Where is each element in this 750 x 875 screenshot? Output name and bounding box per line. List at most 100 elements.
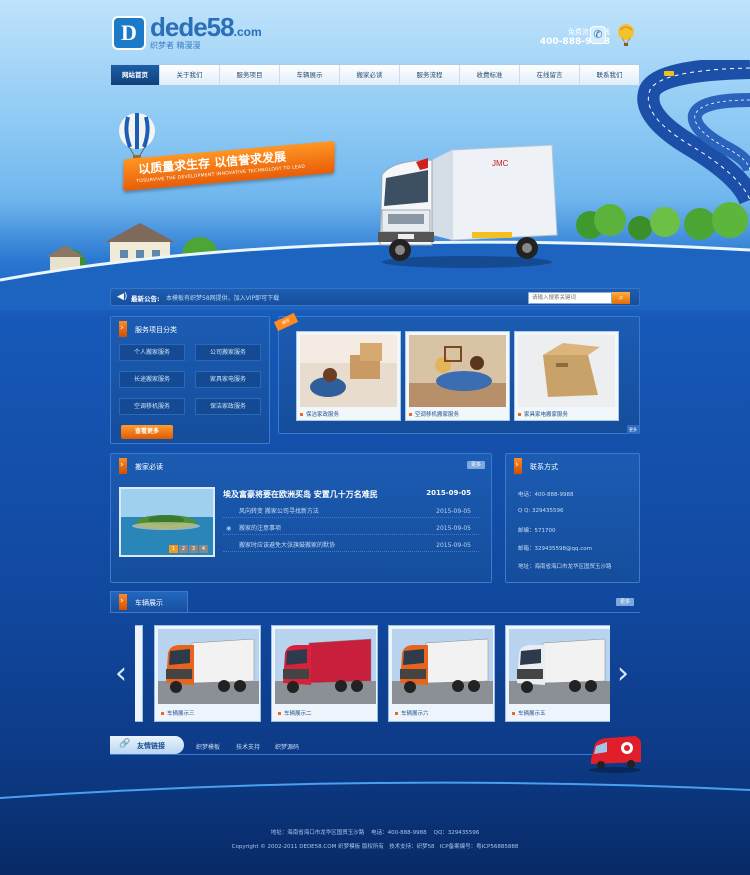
contact-phone: 电话：400-888-9988 (518, 492, 574, 498)
balloon-icon (618, 24, 634, 46)
contact-zip: 邮编：571700 (518, 528, 556, 534)
contact-address: 地址：海南省海口市龙华区国贸玉沙路 (518, 564, 612, 570)
pager-dot[interactable]: 4 (199, 545, 208, 553)
recommend-caption: 保洁家政服务 (300, 410, 339, 418)
chevron-right-icon (119, 594, 127, 610)
phone-icon: ✆ (590, 26, 606, 44)
articles-panel: 搬家必读 更多 1 2 3 4 埃及富豪将要在欧洲买岛 安置几十万名难民 201… (110, 453, 492, 583)
recommend-caption: 空调移机搬家服务 (409, 410, 459, 418)
contact-qq: Q Q: 329435596 (518, 508, 564, 514)
article-title: 搬家时应该避免大张旗鼓搬家的默协 (239, 542, 336, 549)
notice-text[interactable]: 本模板有织梦58网提供，加入VIP即可下载 (166, 293, 279, 302)
banner-slogan-ribbon: 以质量求生存 以信誉求发展 TOSURVIVE THE DEVELOPMENT … (123, 140, 335, 192)
main-nav: 网站首页 关于我们 服务项目 车辆展示 搬家必读 服务流程 收费标准 在线留言 … (110, 64, 640, 86)
nav-item-pricing[interactable]: 收费标准 (460, 65, 520, 85)
carousel-prev-button[interactable]: ‹ (115, 654, 127, 694)
pager-dot[interactable]: 1 (169, 545, 178, 553)
vehicle-caption: 车辆展示二 (278, 709, 312, 717)
link-icon: 🔗 (119, 739, 131, 749)
eye-icon: ◉ (226, 525, 232, 532)
vehicles-more-button[interactable]: 更多 (616, 598, 634, 606)
vehicle-caption: 车辆展示五 (512, 709, 546, 717)
service-item[interactable]: 保洁家政服务 (195, 398, 261, 415)
truck-photo (509, 629, 610, 704)
service-photo (518, 335, 615, 407)
article-row[interactable]: 搬家时应该避免大张旗鼓搬家的默协 2015-09-05 (223, 539, 479, 552)
carousel-next-button[interactable]: › (617, 654, 629, 694)
recommend-card[interactable]: 家具家电搬家服务 (514, 331, 619, 421)
logo-wordmark: dede58.com (150, 12, 262, 42)
truck-photo (392, 629, 493, 704)
friend-link[interactable]: 织梦模板 (196, 742, 220, 751)
vehicle-card[interactable] (135, 625, 143, 722)
nav-item-about[interactable]: 关于我们 (160, 65, 220, 85)
service-item[interactable]: 长途搬家服务 (119, 371, 185, 388)
article-title: 风向转变 搬家公司寻找新方法 (239, 508, 319, 515)
service-item[interactable]: 公司搬家服务 (195, 344, 261, 361)
footer-address: 地址：海南省海口市龙华区国贸玉沙路 电话：400-888-9988 QQ：329… (270, 830, 480, 836)
chevron-right-icon (119, 321, 127, 337)
vehicles-bar: 车辆展示 更多 (110, 591, 640, 613)
services-panel: 服务项目分类 个人搬家服务 公司搬家服务 长途搬家服务 家具家电服务 空调移机服… (110, 316, 270, 444)
recommend-card[interactable]: 空调移机搬家服务 (405, 331, 510, 421)
vehicle-card[interactable]: 车辆展示六 (388, 625, 495, 722)
service-item[interactable]: 空调移机服务 (119, 398, 185, 415)
friend-links-bar: 🔗 友情链接 织梦模板 技术支持 织梦源码 (110, 735, 640, 755)
contact-panel: 联系方式 电话：400-888-9988 Q Q: 329435596 邮编：5… (505, 453, 640, 583)
search-icon: ⌕ (618, 293, 624, 302)
article-row[interactable]: ◉ 搬家的注意事项 2015-09-05 (223, 522, 479, 535)
svg-text:JMC: JMC (492, 159, 509, 168)
pager-dot[interactable]: 2 (179, 545, 188, 553)
vehicles-carousel: 车辆展示三 车辆展示二 车辆展示六 车辆展示五 (135, 625, 610, 722)
notice-title: 最新公告: (131, 295, 160, 303)
vehicles-title: 车辆展示 (135, 599, 163, 607)
vehicle-card[interactable]: 车辆展示三 (154, 625, 261, 722)
articles-more-button[interactable]: 更多 (467, 461, 485, 469)
service-item[interactable]: 家具家电服务 (195, 371, 261, 388)
vehicle-caption: 车辆展示三 (161, 709, 195, 717)
recommend-card[interactable]: 保洁家政服务 (296, 331, 401, 421)
friend-link[interactable]: 织梦源码 (275, 742, 299, 751)
article-headline[interactable]: 埃及富豪将要在欧洲买岛 安置几十万名难民 2015-09-05 (223, 489, 479, 500)
site-logo[interactable]: D dede58.com 织梦者 精漫漫 (112, 12, 272, 54)
article-headline-text: 埃及富豪将要在欧洲买岛 安置几十万名难民 (223, 490, 378, 499)
vehicles-tab: 车辆展示 (110, 591, 188, 612)
article-featured-image[interactable]: 1 2 3 4 (119, 487, 215, 557)
nav-item-guide[interactable]: 搬家必读 (340, 65, 400, 85)
nav-item-process[interactable]: 服务流程 (400, 65, 460, 85)
search-button[interactable]: ⌕ (612, 292, 630, 304)
nav-item-services[interactable]: 服务项目 (220, 65, 280, 85)
services-more-button[interactable]: 查看更多 (121, 425, 173, 439)
footer-copyright: Copyright © 2002-2011 DEDE58.COM 织梦模板 版权… (231, 844, 519, 850)
article-date: 2015-09-05 (426, 489, 471, 497)
chevron-right-icon (119, 458, 127, 474)
article-row[interactable]: 风向转变 搬家公司寻找新方法 2015-09-05 (223, 505, 479, 518)
article-date: 2015-09-05 (436, 542, 471, 549)
vehicle-card[interactable]: 车辆展示五 (505, 625, 610, 722)
footer-divider (0, 781, 750, 799)
service-item[interactable]: 个人搬家服务 (119, 344, 185, 361)
contact-title: 联系方式 (530, 463, 558, 471)
service-photo (300, 335, 397, 407)
nav-item-vehicles[interactable]: 车辆展示 (280, 65, 340, 85)
contact-email[interactable]: 邮箱：329435598@qq.com (518, 544, 592, 552)
service-photo (409, 335, 506, 407)
recommend-caption: 家具家电搬家服务 (518, 410, 568, 418)
pager-dot[interactable]: 3 (189, 545, 198, 553)
recommend-panel: 推荐 保洁家政服务 空调移机搬家服务 家具家电搬家服务 更多 (273, 312, 640, 434)
article-date: 2015-09-05 (436, 525, 471, 532)
vehicle-card[interactable]: 车辆展示二 (271, 625, 378, 722)
search-input[interactable] (528, 292, 612, 304)
article-date: 2015-09-05 (436, 508, 471, 515)
logo-mark-icon: D (112, 16, 146, 50)
notice-bar: ◀) 最新公告: 本模板有织梦58网提供，加入VIP即可下载 ⌕ (110, 288, 640, 306)
services-title: 服务项目分类 (135, 326, 177, 334)
logo-slogan: 织梦者 精漫漫 (150, 41, 201, 50)
recommend-more-button[interactable]: 更多 (627, 425, 639, 434)
friend-links-tab: 🔗 友情链接 (110, 736, 184, 754)
truck-photo (158, 629, 259, 704)
nav-item-home[interactable]: 网站首页 (111, 65, 160, 85)
friend-link[interactable]: 技术支持 (236, 742, 260, 751)
truck-illustration: JMC (378, 144, 558, 268)
van-illustration (589, 736, 641, 773)
